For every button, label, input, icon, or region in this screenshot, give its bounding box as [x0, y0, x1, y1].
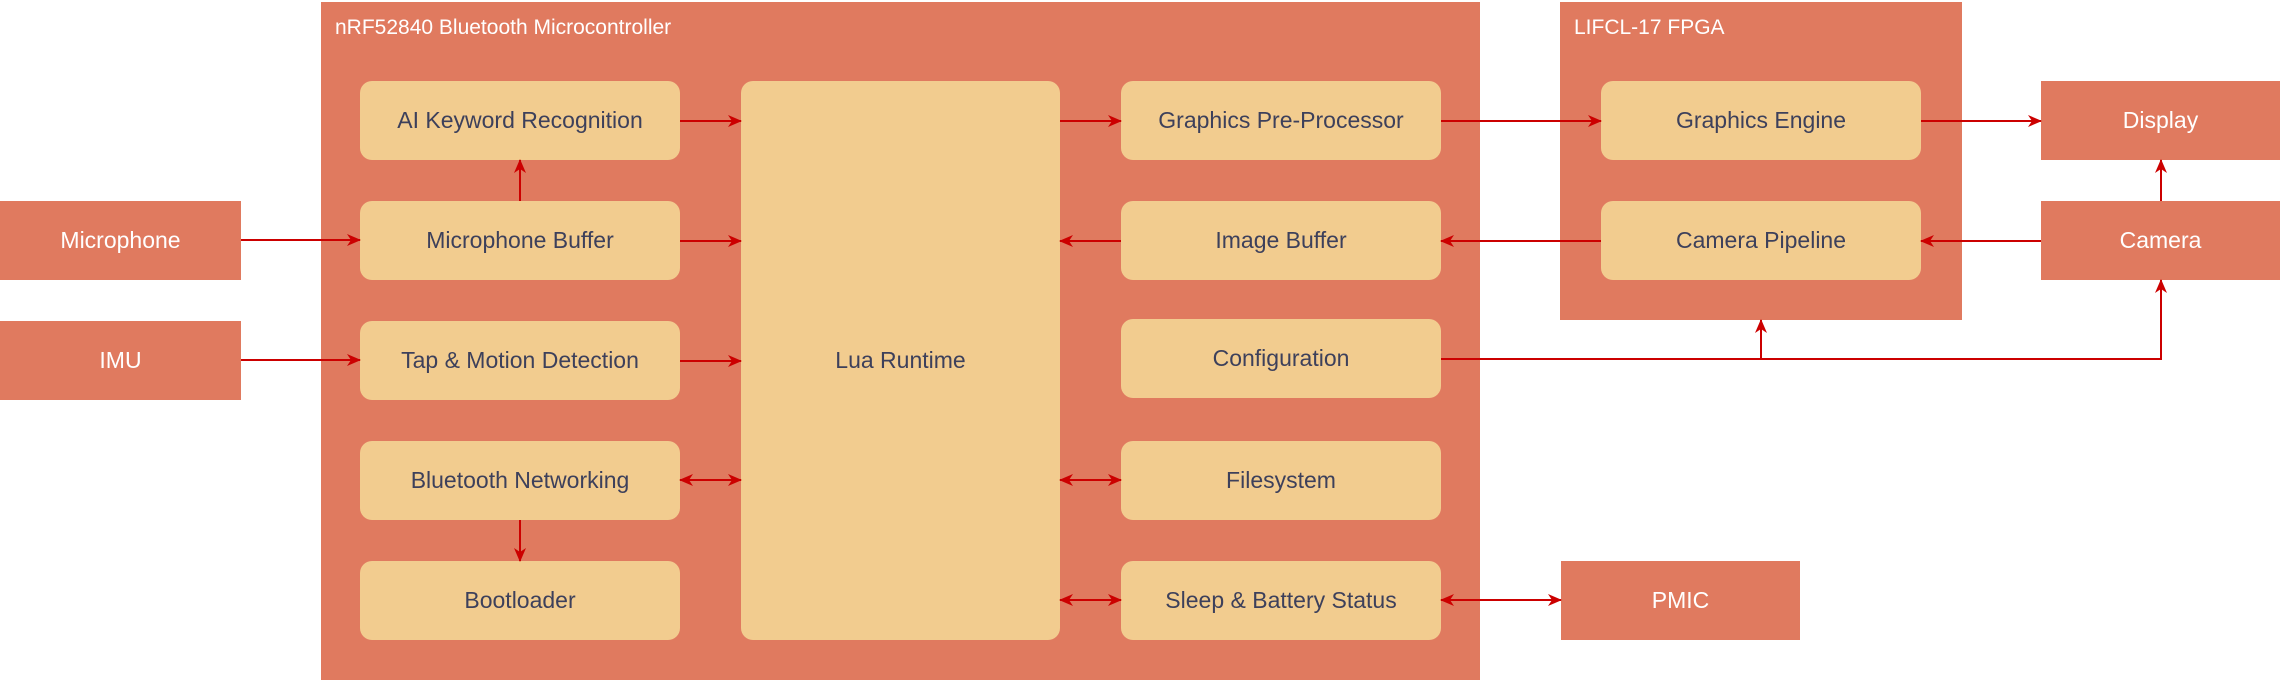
microphone-buffer-module[interactable]: Microphone Buffer — [360, 201, 680, 280]
configuration-module[interactable]: Configuration — [1121, 319, 1441, 398]
graphics-preprocessor-module[interactable]: Graphics Pre-Processor — [1121, 81, 1441, 160]
sleep-battery-status-module[interactable]: Sleep & Battery Status — [1121, 561, 1441, 640]
image-buffer-module[interactable]: Image Buffer — [1121, 201, 1441, 280]
pmic-node[interactable]: PMIC — [1561, 561, 1800, 640]
ai-keyword-recognition-module[interactable]: AI Keyword Recognition — [360, 81, 680, 160]
bootloader-module[interactable]: Bootloader — [360, 561, 680, 640]
microphone-node[interactable]: Microphone — [0, 201, 241, 280]
imu-node[interactable]: IMU — [0, 321, 241, 400]
tap-motion-detection-module[interactable]: Tap & Motion Detection — [360, 321, 680, 400]
camera-pipeline-module[interactable]: Camera Pipeline — [1601, 201, 1921, 280]
filesystem-module[interactable]: Filesystem — [1121, 441, 1441, 520]
lua-runtime-module[interactable]: Lua Runtime — [741, 81, 1060, 640]
display-node[interactable]: Display — [2041, 81, 2280, 160]
mcu-title: nRF52840 Bluetooth Microcontroller — [335, 16, 672, 39]
bluetooth-networking-module[interactable]: Bluetooth Networking — [360, 441, 680, 520]
fpga-title: LIFCL-17 FPGA — [1574, 16, 1725, 39]
camera-node[interactable]: Camera — [2041, 201, 2280, 280]
graphics-engine-module[interactable]: Graphics Engine — [1601, 81, 1921, 160]
